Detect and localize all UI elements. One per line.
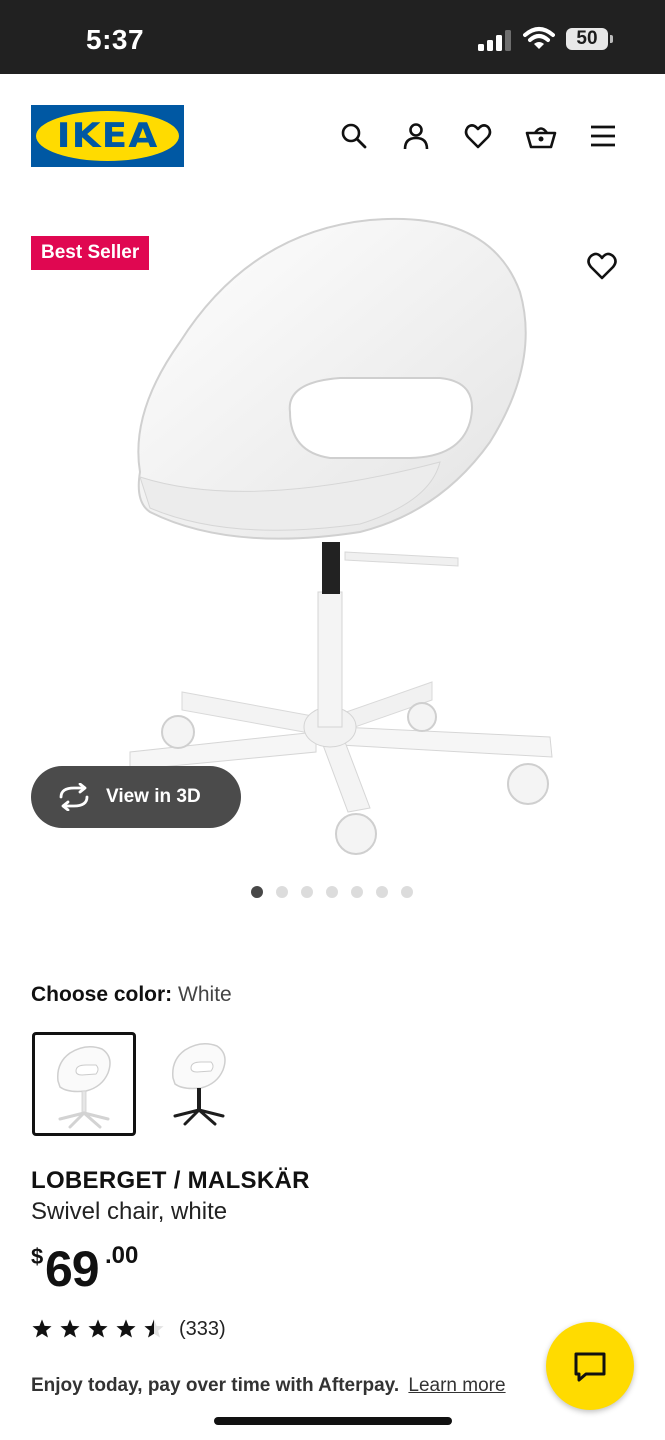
basket-icon[interactable]	[525, 122, 557, 150]
logo-text: IKEA	[56, 116, 159, 156]
carousel-dot-2[interactable]	[276, 886, 288, 898]
black-base-chair-thumbnail	[172, 1043, 226, 1126]
color-swatch-black[interactable]	[150, 1032, 254, 1136]
logo-oval: IKEA	[36, 111, 179, 161]
cellular-signal-icon	[478, 29, 514, 51]
carousel-dot-6[interactable]	[376, 886, 388, 898]
search-icon[interactable]	[340, 122, 368, 150]
price-currency: $	[31, 1244, 44, 1269]
favorites-icon[interactable]	[464, 122, 492, 150]
wifi-icon	[523, 26, 555, 52]
color-swatch-white[interactable]	[32, 1032, 136, 1136]
price-decimal: .00	[105, 1242, 139, 1269]
selected-color-value: White	[178, 983, 232, 1006]
afterpay-learn-more-link[interactable]: Learn more	[408, 1375, 505, 1396]
rotate-3d-icon	[59, 783, 89, 811]
home-indicator[interactable]	[214, 1417, 452, 1425]
review-count: (333)	[179, 1318, 226, 1340]
star-full-icon	[116, 1319, 136, 1338]
star-full-icon	[88, 1319, 108, 1338]
site-header: IKEA	[0, 74, 665, 198]
star-full-icon	[60, 1319, 80, 1338]
color-chooser-label: Choose color: White	[31, 983, 232, 1007]
product-description: Swivel chair, white	[31, 1198, 228, 1225]
carousel-dot-5[interactable]	[351, 886, 363, 898]
account-icon[interactable]	[402, 122, 430, 150]
view-in-3d-button[interactable]: View in 3D	[31, 766, 241, 828]
carousel-dot-7[interactable]	[401, 886, 413, 898]
view-in-3d-label: View in 3D	[106, 786, 201, 807]
chat-button[interactable]	[546, 1322, 634, 1410]
star-full-icon	[32, 1319, 52, 1338]
white-chair-thumbnail	[57, 1046, 111, 1129]
carousel-dot-4[interactable]	[326, 886, 338, 898]
carousel-dot-1[interactable]	[251, 886, 263, 898]
star-half-icon	[144, 1319, 164, 1338]
battery-indicator: 50	[566, 28, 608, 50]
carousel-dot-3[interactable]	[301, 886, 313, 898]
product-media-carousel[interactable]: Best Seller View in 3D	[0, 198, 665, 918]
ikea-logo[interactable]: IKEA	[31, 105, 184, 167]
chat-bubble-icon	[574, 1352, 606, 1382]
price-integer: 69	[45, 1241, 100, 1297]
product-name: LOBERGET / MALSKÄR	[31, 1167, 310, 1194]
add-to-favorites-heart-icon[interactable]	[586, 250, 618, 282]
color-chooser-title: Choose color:	[31, 983, 173, 1006]
afterpay-message: Enjoy today, pay over time with Afterpay…	[31, 1375, 506, 1397]
status-bar: 5:37 50	[0, 0, 665, 74]
battery-nub	[610, 35, 613, 43]
status-time: 5:37	[86, 24, 145, 55]
menu-icon[interactable]	[589, 122, 617, 150]
afterpay-text: Enjoy today, pay over time with Afterpay…	[31, 1375, 400, 1396]
product-image-white-chair	[117, 218, 553, 855]
